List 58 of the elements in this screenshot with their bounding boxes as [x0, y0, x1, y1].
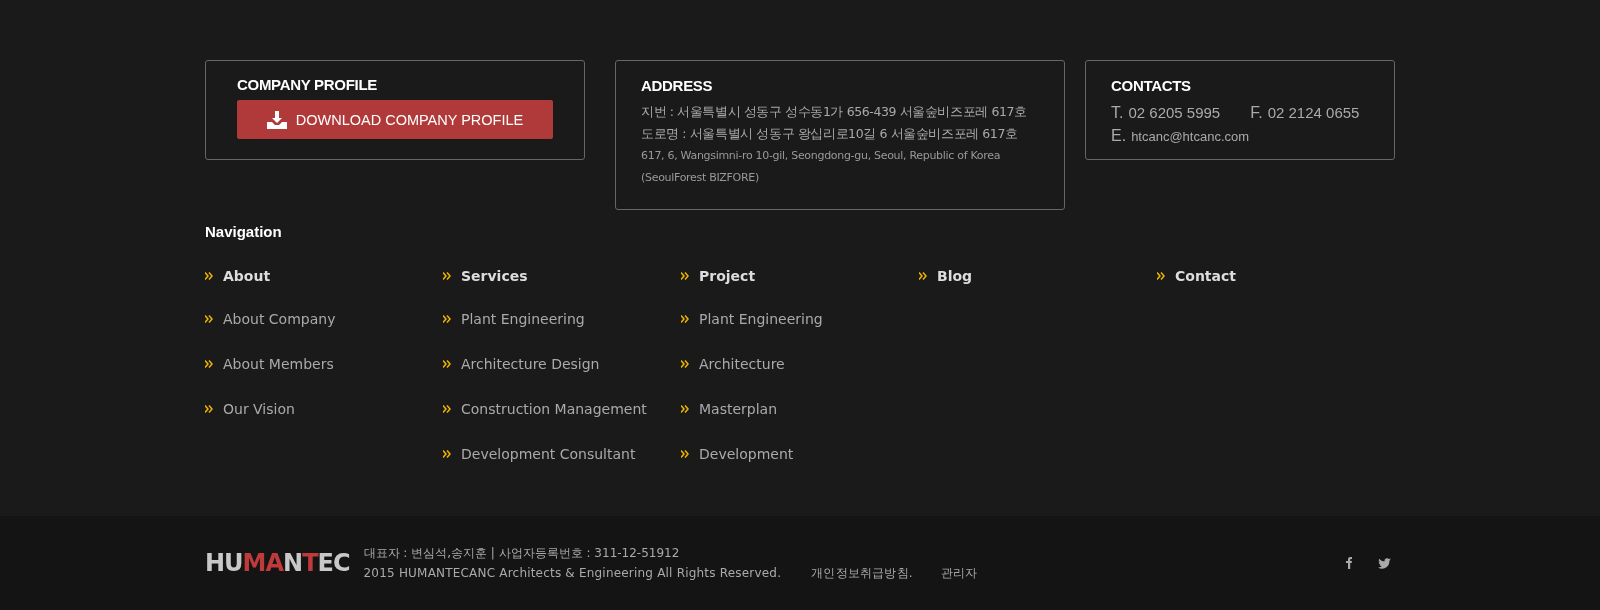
nav-link[interactable]: Plant Engineering [461, 310, 585, 327]
download-icon [266, 110, 287, 129]
email-link[interactable]: htcanc@htcanc.com [1131, 125, 1250, 148]
section-title: ADDRESS [641, 77, 714, 94]
address-line: 도로명 : 서울특별시 성동구 왕십리로10길 6 서울숲비즈포레 617호 [641, 125, 1019, 143]
chevron-icon [681, 271, 689, 280]
chevron-icon [443, 314, 451, 323]
twitter-icon[interactable] [1377, 555, 1393, 571]
footer-link[interactable]: 개인정보취급방침. [811, 563, 913, 583]
address-line: 617, 6, Wangsimni-ro 10-gil, Seongdong-gu, Seoul, Republic of Korea [641, 148, 1002, 164]
nav-link[interactable]: About Company [223, 310, 336, 327]
phone-label: T. [1111, 103, 1124, 123]
chevron-icon [205, 359, 213, 368]
fax-number: 02 2124 0655 [1267, 103, 1360, 123]
nav-link[interactable]: Construction Management [461, 400, 647, 417]
nav-heading-link[interactable]: Contact [1175, 267, 1236, 284]
chevron-icon [443, 404, 451, 413]
section-title: COMPANY PROFILE [237, 76, 378, 93]
nav-link[interactable]: Architecture [699, 355, 785, 372]
address-line: 지번 : 서울특별시 성동구 성수동1가 656-439 서울숲비즈포레 617호 [641, 103, 1028, 121]
nav-link[interactable]: About Members [223, 355, 334, 372]
phone-number: 02 6205 5995 [1128, 103, 1221, 123]
logo-text: MA [242, 548, 284, 578]
download-button[interactable]: DOWNLOAD COMPANY PROFILE [237, 100, 553, 139]
chevron-icon [681, 359, 689, 368]
chevron-icon [681, 404, 689, 413]
chevron-icon [1157, 271, 1165, 280]
logo-text: EC [317, 548, 350, 578]
email-label: E. [1111, 126, 1127, 146]
nav-heading-link[interactable]: Services [461, 267, 528, 284]
nav-heading-link[interactable]: About [223, 267, 271, 284]
footer-link[interactable]: 관리자 [940, 563, 978, 583]
nav-link[interactable]: Development Consultant [461, 445, 636, 462]
chevron-icon [205, 314, 213, 323]
chevron-icon [443, 271, 451, 280]
chevron-icon [681, 314, 689, 323]
nav-link[interactable]: Development [699, 445, 794, 462]
nav-link[interactable]: Architecture Design [461, 355, 600, 372]
logo-text: N [283, 548, 303, 578]
chevron-icon [681, 449, 689, 458]
business-info: 대표자 : 변심석,송지훈 | 사업자등록번호 : 311-12-51912 [363, 545, 681, 562]
nav-link[interactable]: Plant Engineering [699, 310, 823, 327]
chevron-icon [205, 404, 213, 413]
chevron-icon [443, 449, 451, 458]
copyright-text: 2015 HUMANTECANC Architects & Engineering All Rights Reserved. [363, 565, 782, 582]
section-title: CONTACTS [1111, 77, 1192, 94]
logo-text: HU [205, 548, 243, 578]
nav-heading-link[interactable]: Project [699, 267, 756, 284]
address-line: (SeoulForest BIZFORE) [641, 170, 760, 186]
navigation-title: Navigation [205, 223, 283, 240]
nav-heading-link[interactable]: Blog [937, 267, 973, 284]
logo-text: T [302, 548, 318, 578]
nav-link[interactable]: Masterplan [699, 400, 778, 417]
chevron-icon [919, 271, 927, 280]
chevron-icon [443, 359, 451, 368]
fax-label: F. [1250, 103, 1263, 123]
chevron-icon [205, 271, 213, 280]
nav-link[interactable]: Our Vision [223, 400, 295, 417]
